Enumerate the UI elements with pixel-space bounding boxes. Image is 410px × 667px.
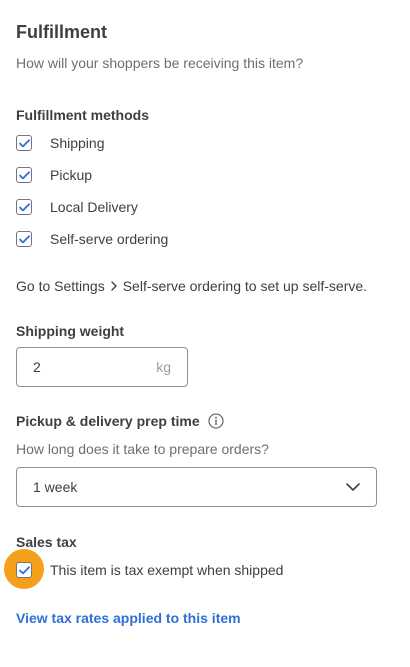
fulfillment-methods-label: Fulfillment methods	[16, 107, 149, 123]
view-tax-rates-link[interactable]: View tax rates applied to this item	[16, 609, 241, 627]
pickup-label: Pickup	[50, 167, 93, 183]
checkmark-icon	[18, 565, 30, 574]
shipping-label: Shipping	[50, 135, 105, 151]
shipping-weight-label: Shipping weight	[16, 323, 125, 339]
fulfillment-panel: Fulfillment How will your shoppers be re…	[0, 0, 410, 667]
shipping-checkbox[interactable]	[16, 135, 32, 151]
shipping-weight-field[interactable]: kg	[16, 347, 188, 387]
local-delivery-label: Local Delivery	[50, 199, 138, 215]
self-serve-label: Self-serve ordering	[50, 231, 169, 247]
self-serve-checkbox[interactable]	[16, 231, 32, 247]
prep-time-help: How long does it take to prepare orders?	[16, 441, 269, 457]
tax-exempt-option[interactable]: This item is tax exempt when shipped	[16, 561, 283, 579]
chevron-right-icon	[111, 277, 117, 295]
shipping-option[interactable]: Shipping	[16, 134, 105, 152]
local-delivery-option[interactable]: Local Delivery	[16, 198, 138, 216]
prep-time-select[interactable]: 1 week	[16, 467, 377, 507]
prep-time-label: Pickup & delivery prep time	[16, 413, 200, 429]
checkmark-icon	[18, 202, 30, 211]
pickup-checkbox[interactable]	[16, 167, 32, 183]
prep-time-selected-value: 1 week	[33, 479, 78, 495]
weight-unit: kg	[156, 359, 171, 375]
chevron-down-icon	[346, 483, 360, 491]
info-icon[interactable]	[207, 413, 224, 429]
prep-time-heading: Pickup & delivery prep time	[16, 412, 224, 430]
checkmark-icon	[18, 138, 30, 147]
settings-hint: Go to Settings Self-serve ordering to se…	[16, 277, 367, 295]
self-serve-option[interactable]: Self-serve ordering	[16, 230, 168, 248]
page-title: Fulfillment	[16, 22, 107, 42]
pickup-option[interactable]: Pickup	[16, 166, 92, 184]
tax-exempt-checkbox[interactable]	[16, 562, 32, 578]
checkmark-icon	[18, 170, 30, 179]
local-delivery-checkbox[interactable]	[16, 199, 32, 215]
page-subtitle: How will your shoppers be receiving this…	[16, 55, 304, 71]
settings-hint-suffix: Self-serve ordering to set up self-serve…	[122, 278, 368, 294]
checkmark-icon	[18, 234, 30, 243]
tax-exempt-label: This item is tax exempt when shipped	[50, 562, 284, 578]
settings-hint-prefix: Go to Settings	[16, 278, 105, 294]
shipping-weight-input[interactable]	[33, 359, 123, 375]
